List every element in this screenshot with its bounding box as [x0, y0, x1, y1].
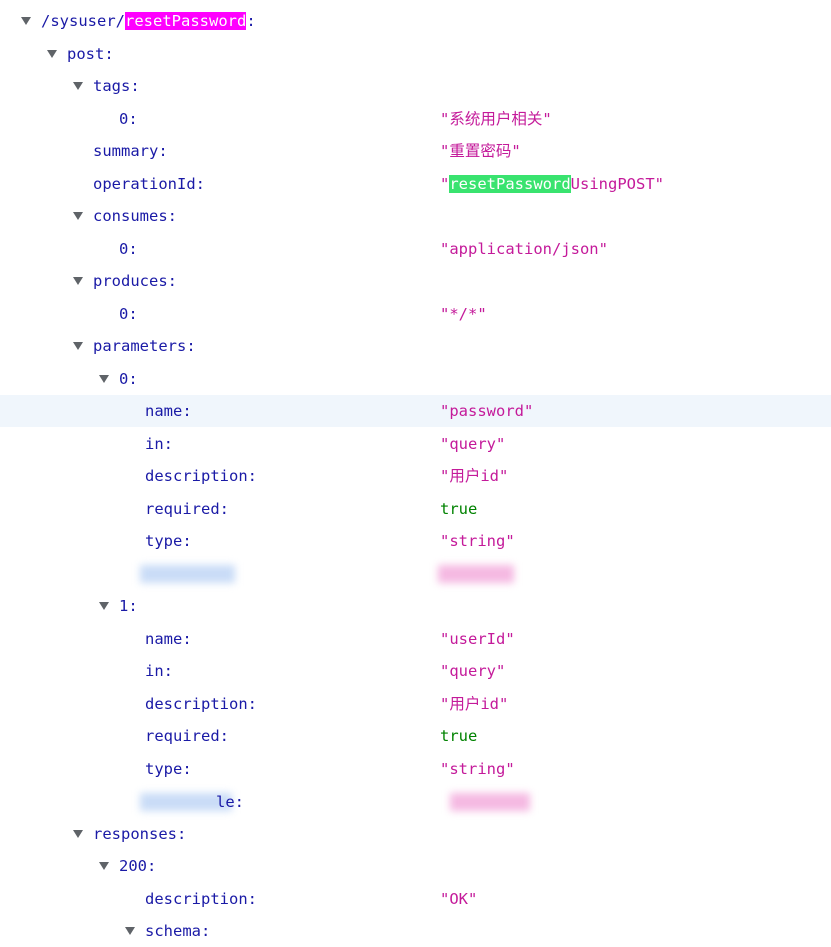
string-value: "query": [440, 662, 506, 680]
redacted-key: [140, 565, 235, 583]
redacted-row: le:: [0, 786, 831, 818]
produces-key: produces:: [93, 272, 177, 290]
tags-item-row: 0: "系统用户相关": [0, 103, 831, 135]
tags-row: tags:: [0, 70, 831, 102]
array-index: 0:: [119, 370, 138, 388]
param-field-row: in: "query": [0, 655, 831, 687]
param-field-row: type: "string": [0, 525, 831, 557]
post-row: post:: [0, 38, 831, 70]
param-field-row: name: "password": [0, 395, 831, 427]
parameters-key: parameters:: [93, 337, 196, 355]
string-value: "query": [440, 435, 506, 453]
param-field-row: description: "用户id": [0, 688, 831, 720]
collapse-toggle-icon[interactable]: [99, 862, 109, 870]
string-value: "string": [440, 532, 515, 550]
array-index: 0:: [119, 305, 138, 323]
partial-key: le:: [216, 793, 244, 811]
param-field-row: type: "string": [0, 753, 831, 785]
collapse-toggle-icon[interactable]: [125, 927, 135, 935]
collapse-toggle-icon[interactable]: [99, 375, 109, 383]
param-field-row: required: true: [0, 720, 831, 752]
field-key: in:: [145, 662, 173, 680]
response-200-row: 200:: [0, 850, 831, 882]
parameter-0-row: 0:: [0, 363, 831, 395]
parameter-1-row: 1:: [0, 590, 831, 622]
field-key: name:: [145, 630, 192, 648]
post-key: post:: [67, 45, 114, 63]
field-key: name:: [145, 402, 192, 420]
operationid-key: operationId:: [93, 175, 205, 193]
field-key: type:: [145, 760, 192, 778]
param-field-row: required: true: [0, 493, 831, 525]
consumes-item-row: 0: "application/json": [0, 233, 831, 265]
array-index: 1:: [119, 597, 138, 615]
collapse-toggle-icon[interactable]: [73, 830, 83, 838]
schema-key: schema:: [145, 922, 211, 940]
boolean-value: true: [440, 727, 478, 745]
string-value: "OK": [440, 890, 478, 908]
collapse-toggle-icon[interactable]: [73, 277, 83, 285]
consumes-key: consumes:: [93, 207, 177, 225]
produces-item-row: 0: "*/*": [0, 298, 831, 330]
responses-key: responses:: [93, 825, 187, 843]
array-index: 0:: [119, 240, 138, 258]
path-key: /sysuser/resetPassword:: [41, 12, 256, 30]
responses-row: responses:: [0, 818, 831, 850]
path-row: /sysuser/resetPassword:: [0, 5, 831, 37]
summary-row: summary: "重置密码": [0, 135, 831, 167]
field-key: required:: [145, 500, 229, 518]
collapse-toggle-icon[interactable]: [73, 342, 83, 350]
schema-row: schema:: [0, 915, 831, 947]
field-key: in:: [145, 435, 173, 453]
redacted-value: [450, 793, 530, 811]
param-field-row: in: "query": [0, 428, 831, 460]
search-highlight: resetPassword: [125, 12, 247, 30]
redacted-row: [0, 558, 831, 590]
param-field-row: name: "userId": [0, 623, 831, 655]
string-value: "application/json": [440, 240, 608, 258]
string-value: "系统用户相关": [440, 110, 552, 128]
string-value: "用户id": [440, 695, 509, 713]
operationid-row: operationId: "resetPasswordUsingPOST": [0, 168, 831, 200]
boolean-value: true: [440, 500, 478, 518]
tags-key: tags:: [93, 77, 140, 95]
string-value: "userId": [440, 630, 515, 648]
string-value: "重置密码": [440, 142, 521, 160]
string-value: "*/*": [440, 305, 487, 323]
collapse-toggle-icon[interactable]: [99, 602, 109, 610]
collapse-toggle-icon[interactable]: [47, 50, 57, 58]
field-key: required:: [145, 727, 229, 745]
status-code: 200:: [119, 857, 157, 875]
string-value: "string": [440, 760, 515, 778]
param-field-row: description: "用户id": [0, 460, 831, 492]
field-key: type:: [145, 532, 192, 550]
string-value: "用户id": [440, 467, 509, 485]
response-field-row: description: "OK": [0, 883, 831, 915]
consumes-row: consumes:: [0, 200, 831, 232]
search-highlight: resetPassword: [449, 175, 571, 193]
string-value: "password": [440, 402, 534, 420]
field-key: description:: [145, 467, 257, 485]
produces-row: produces:: [0, 265, 831, 297]
redacted-value: [438, 565, 514, 583]
summary-key: summary:: [93, 142, 168, 160]
collapse-toggle-icon[interactable]: [73, 212, 83, 220]
string-value: "resetPasswordUsingPOST": [440, 175, 664, 193]
collapse-toggle-icon[interactable]: [21, 17, 31, 25]
collapse-toggle-icon[interactable]: [73, 82, 83, 90]
field-key: description:: [145, 695, 257, 713]
field-key: description:: [145, 890, 257, 908]
array-index: 0:: [119, 110, 138, 128]
parameters-row: parameters:: [0, 330, 831, 362]
